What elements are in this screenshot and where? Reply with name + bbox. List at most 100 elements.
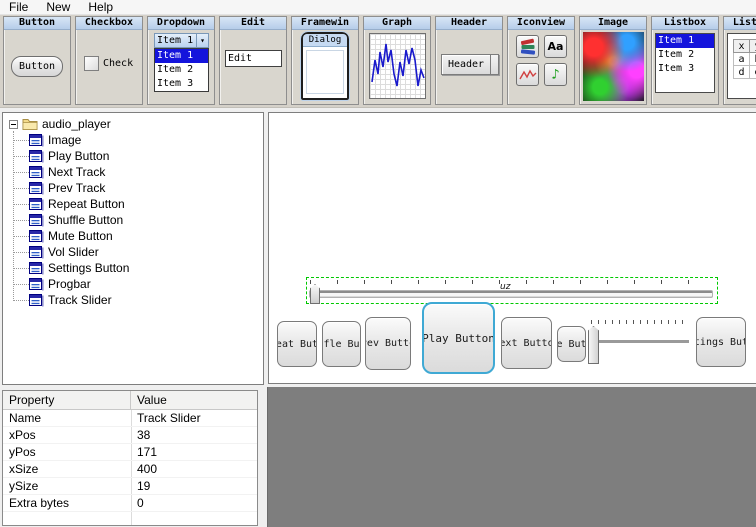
widget-palette-toolbar: Button Button Checkbox Check Dropdown It… xyxy=(0,15,756,108)
property-name: ySize xyxy=(3,478,131,494)
play-button-widget[interactable]: Play Button xyxy=(422,302,495,374)
property-row-ypos: yPos 171 xyxy=(3,444,257,461)
checkbox-label: Check xyxy=(103,58,133,69)
listview-cell: b xyxy=(750,53,756,66)
gui-designer-window: { "menubar": { "items": [ { "label": "Fi… xyxy=(0,0,756,527)
listview-cell: d xyxy=(734,66,750,79)
palette-group-iconview[interactable]: Iconview Aa ♪ xyxy=(507,16,575,105)
palette-title: Image xyxy=(580,17,646,30)
vol-slider-thumb[interactable] xyxy=(588,326,599,364)
tree-item-label: Mute Button xyxy=(48,229,113,243)
dropdown-preview: Item 1 ▾ xyxy=(154,33,209,48)
repeat-button-widget[interactable]: Repeat Button xyxy=(277,321,317,367)
next-button-widget[interactable]: Next Button xyxy=(501,317,552,369)
tree-item-track-slider[interactable]: Track Slider xyxy=(9,292,263,308)
palette-title: Header xyxy=(436,17,502,30)
palette-group-framewin[interactable]: Framewin Dialog xyxy=(291,16,359,105)
widget-form-icon xyxy=(29,230,44,243)
palette-title: Iconview xyxy=(508,17,574,30)
palette-group-button[interactable]: Button Button xyxy=(3,16,71,105)
framewin-preview: Dialog xyxy=(301,32,349,100)
listbox-item: Item 3 xyxy=(656,62,714,76)
graph-preview xyxy=(369,33,426,99)
property-value[interactable]: 0 xyxy=(131,495,144,511)
widget-form-icon xyxy=(29,262,44,275)
tree-item-label: Repeat Button xyxy=(48,197,125,211)
menu-new[interactable]: New xyxy=(37,0,79,15)
palette-group-checkbox[interactable]: Checkbox Check xyxy=(75,16,143,105)
value-column-header[interactable]: Value xyxy=(131,391,167,409)
listview-col-header: x xyxy=(734,40,750,53)
menu-file[interactable]: File xyxy=(0,0,37,15)
header-segment-label: Header xyxy=(441,54,491,75)
property-value[interactable]: 19 xyxy=(131,478,150,494)
mute-button-widget[interactable]: Mute Button xyxy=(557,326,586,362)
checkbox-box xyxy=(84,56,99,71)
palette-group-edit[interactable]: Edit Edit xyxy=(219,16,287,105)
property-row-extra-bytes: Extra bytes 0 xyxy=(3,495,257,512)
prev-button-widget[interactable]: Prev Button xyxy=(365,317,411,370)
palette-title: Edit xyxy=(220,17,286,30)
tree-item-label: Progbar xyxy=(48,277,91,291)
property-value[interactable]: Track Slider xyxy=(131,410,201,426)
header-preview: Header xyxy=(441,54,499,75)
design-canvas[interactable]: uz Repeat Button Shuffle Button Prev But… xyxy=(269,113,756,383)
property-name: xPos xyxy=(3,427,131,443)
palette-title: Listbox xyxy=(652,17,718,30)
vol-slider-tick-marks xyxy=(591,320,687,324)
tree-branch xyxy=(13,284,29,285)
shuffle-button-widget[interactable]: Shuffle Button xyxy=(322,321,361,367)
property-value[interactable]: 38 xyxy=(131,427,150,443)
tree-item-mute-button[interactable]: Mute Button xyxy=(9,228,263,244)
tree-item-play-button[interactable]: Play Button xyxy=(9,148,263,164)
track-slider-widget-selected[interactable]: uz xyxy=(306,277,718,304)
palette-group-listview[interactable]: Listview x y a b d e xyxy=(723,16,756,105)
tree-item-label: Next Track xyxy=(48,165,105,179)
collapse-icon[interactable] xyxy=(9,120,18,129)
listbox-item: Item 1 xyxy=(656,34,714,48)
linechart-icon xyxy=(516,63,539,86)
tree-branch xyxy=(13,252,29,253)
slider-track[interactable] xyxy=(309,290,713,298)
tree-item-repeat-button[interactable]: Repeat Button xyxy=(9,196,263,212)
tree-item-settings-button[interactable]: Settings Button xyxy=(9,260,263,276)
tree-item-prev-track[interactable]: Prev Track xyxy=(9,180,263,196)
listview-preview: x y a b d e xyxy=(727,33,756,99)
tree-root-row[interactable]: audio_player xyxy=(9,116,263,132)
palette-group-image[interactable]: Image xyxy=(579,16,647,105)
slider-thumb[interactable] xyxy=(310,284,320,304)
menu-help[interactable]: Help xyxy=(79,0,122,15)
property-row-name: Name Track Slider xyxy=(3,410,257,427)
listbox-item: Item 2 xyxy=(656,48,714,62)
tree-root-label: audio_player xyxy=(42,117,111,131)
tree-item-progbar[interactable]: Progbar xyxy=(9,276,263,292)
tree-item-label: Vol Slider xyxy=(48,245,99,259)
palette-group-dropdown[interactable]: Dropdown Item 1 ▾ Item 1 Item 2 Item 3 xyxy=(147,16,215,105)
property-column-header[interactable]: Property xyxy=(3,391,131,409)
property-name: xSize xyxy=(3,461,131,477)
tree-item-next-track[interactable]: Next Track xyxy=(9,164,263,180)
dropdown-option: Item 3 xyxy=(155,77,208,91)
books-icon xyxy=(516,35,539,58)
tree-branch xyxy=(13,204,29,205)
palette-group-header[interactable]: Header Header xyxy=(435,16,503,105)
vol-slider-track[interactable] xyxy=(599,340,689,343)
header-segment-empty xyxy=(491,54,499,75)
progbar-widget[interactable]: uz xyxy=(500,282,510,292)
widget-form-icon xyxy=(29,134,44,147)
palette-title: Listview xyxy=(724,17,756,30)
property-value[interactable]: 171 xyxy=(131,444,157,460)
tree-item-vol-slider[interactable]: Vol Slider xyxy=(9,244,263,260)
palette-group-listbox[interactable]: Listbox Item 1 Item 2 Item 3 xyxy=(651,16,719,105)
tree-item-shuffle-button[interactable]: Shuffle Button xyxy=(9,212,263,228)
line-graph-icon xyxy=(370,34,425,98)
property-value[interactable]: 400 xyxy=(131,461,157,477)
palette-group-graph[interactable]: Graph xyxy=(363,16,431,105)
widget-form-icon xyxy=(29,214,44,227)
dropdown-option: Item 1 xyxy=(155,49,208,63)
widget-form-icon xyxy=(29,150,44,163)
tree-item-image[interactable]: Image xyxy=(9,132,263,148)
palette-title: Dropdown xyxy=(148,17,214,30)
widget-form-icon xyxy=(29,166,44,179)
settings-button-widget[interactable]: Settings Button xyxy=(696,317,746,367)
